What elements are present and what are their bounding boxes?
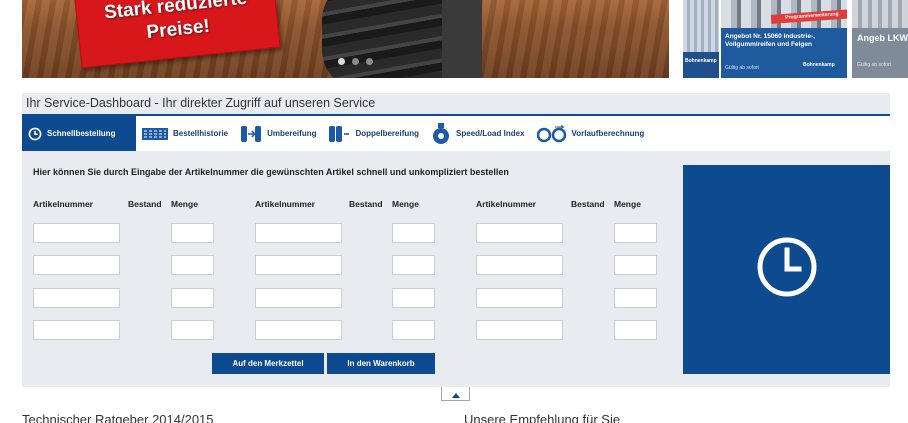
tyre-tread-icon xyxy=(142,127,168,141)
ad-subtitle: Gültig ab sofort xyxy=(857,62,891,68)
double-tyre-icon xyxy=(328,125,350,143)
quantity-input[interactable] xyxy=(614,223,657,243)
ad-logo: Bohnenkamp xyxy=(803,62,835,68)
quick-order-clock-tile xyxy=(683,165,890,374)
quantity-input[interactable] xyxy=(392,288,435,308)
article-number-input[interactable] xyxy=(476,288,563,308)
tab-speed-load-index[interactable]: Speed/Load Index xyxy=(425,116,530,151)
slider-dot[interactable] xyxy=(352,58,359,65)
quantity-input[interactable] xyxy=(392,223,435,243)
article-number-input[interactable] xyxy=(33,288,120,308)
column-header-quantity: Menge xyxy=(171,199,198,209)
tab-label: Vorlaufberechnung xyxy=(571,129,645,138)
section-heading-recommendation: Unsere Empfehlung für Sie xyxy=(464,412,621,423)
quantity-input[interactable] xyxy=(171,255,214,275)
ad-tile[interactable]: Programmerweiterung Angebot Nr. 15060 In… xyxy=(721,0,847,78)
quick-order-intro: Hier können Sie durch Eingabe der Artike… xyxy=(33,167,509,177)
ad-title: Angeb LKW-R xyxy=(857,33,908,43)
ad-title: Angebot Nr. 15060 Industrie-, Vollgummir… xyxy=(725,33,815,48)
clock-icon xyxy=(28,127,42,141)
hero-banner[interactable]: Stark reduzierte Preise! xyxy=(22,0,669,78)
tyre-image xyxy=(852,0,908,28)
article-number-input[interactable] xyxy=(255,223,342,243)
slider-dot[interactable] xyxy=(366,58,373,65)
tab-schnellbestellung[interactable]: Schnellbestellung xyxy=(22,116,136,151)
add-to-cart-button[interactable]: In den Warenkorb xyxy=(327,353,435,374)
tab-label: Schnellbestellung xyxy=(47,129,116,138)
dashboard-tabs: Schnellbestellung Bestellhistorie Umbere… xyxy=(22,114,890,151)
ad-logo: Bohnenkamp xyxy=(685,58,717,64)
chevron-up-icon xyxy=(451,385,460,403)
quantity-input[interactable] xyxy=(614,320,657,340)
tab-umbereifung[interactable]: Umbereifung xyxy=(234,116,322,151)
slider-dot[interactable] xyxy=(338,58,345,65)
tab-vorlaufberechnung[interactable]: Vorlaufberechnung xyxy=(531,116,651,151)
article-number-input[interactable] xyxy=(476,255,563,275)
add-to-watchlist-button[interactable]: Auf den Merkzettel xyxy=(212,353,324,374)
quantity-input[interactable] xyxy=(392,320,435,340)
column-header-stock: Bestand xyxy=(128,199,162,209)
quantity-input[interactable] xyxy=(392,255,435,275)
ad-tile[interactable]: Angeb LKW-R Gültig ab sofort xyxy=(852,0,908,78)
tab-doppelbereifung[interactable]: Doppelbereifung xyxy=(322,116,425,151)
tyre-rim-image xyxy=(442,0,482,78)
page: Stark reduzierte Preise! Bohnenkamp Prog… xyxy=(0,0,908,423)
tab-label: Speed/Load Index xyxy=(456,129,525,138)
collapse-dashboard-button[interactable] xyxy=(441,387,470,401)
article-number-input[interactable] xyxy=(255,320,342,340)
quantity-input[interactable] xyxy=(614,255,657,275)
article-number-input[interactable] xyxy=(476,223,563,243)
quantity-input[interactable] xyxy=(171,223,214,243)
quantity-input[interactable] xyxy=(171,288,214,308)
article-number-input[interactable] xyxy=(255,288,342,308)
dashboard-title: Ihr Service-Dashboard - Ihr direkter Zug… xyxy=(22,93,890,114)
column-header-stock: Bestand xyxy=(349,199,383,209)
tab-label: Umbereifung xyxy=(267,129,317,138)
column-header-article: Artikelnummer xyxy=(255,199,315,209)
tab-bestellhistorie[interactable]: Bestellhistorie xyxy=(136,116,234,151)
article-number-input[interactable] xyxy=(33,223,120,243)
section-heading-technical-guide: Technischer Ratgeber 2014/2015 xyxy=(22,412,214,423)
column-header-quantity: Menge xyxy=(392,199,419,209)
column-header-stock: Bestand xyxy=(571,199,605,209)
ad-subtitle: Gültig ab sofort xyxy=(725,65,759,71)
ad-tile[interactable]: Bohnenkamp xyxy=(683,0,719,78)
article-number-input[interactable] xyxy=(33,320,120,340)
column-header-article: Artikelnummer xyxy=(33,199,93,209)
article-number-input[interactable] xyxy=(33,255,120,275)
tab-label: Bestellhistorie xyxy=(173,129,229,138)
slider-dots xyxy=(338,58,373,65)
article-number-input[interactable] xyxy=(255,255,342,275)
clock-icon xyxy=(755,235,819,304)
rollout-icon xyxy=(536,124,567,143)
column-header-article: Artikelnummer xyxy=(476,199,536,209)
column-header-quantity: Menge xyxy=(614,199,641,209)
tab-label: Doppelbereifung xyxy=(355,129,420,138)
tyre-change-icon xyxy=(240,125,262,143)
quantity-input[interactable] xyxy=(171,320,214,340)
article-number-input[interactable] xyxy=(476,320,563,340)
tyre-index-icon xyxy=(431,122,451,145)
tyre-image xyxy=(683,0,719,52)
quantity-input[interactable] xyxy=(614,288,657,308)
